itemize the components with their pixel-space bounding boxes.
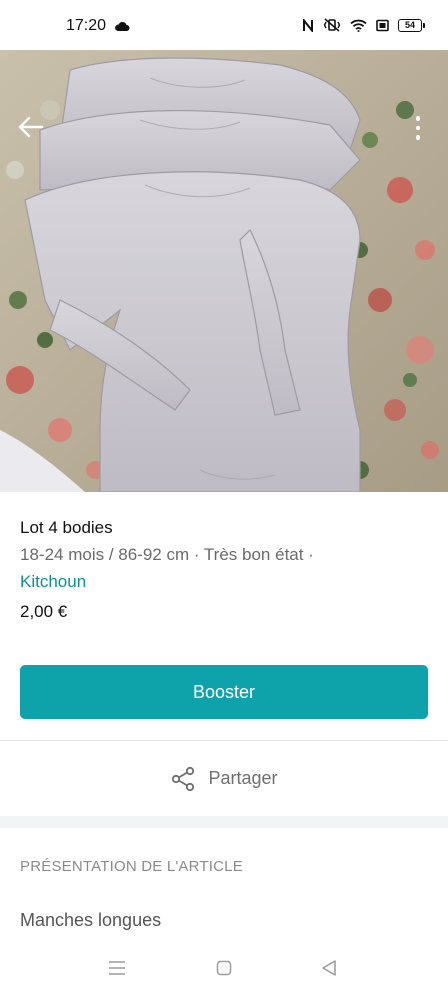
- system-nav-bar: [0, 945, 448, 995]
- photo-scene: [0, 50, 448, 492]
- product-photo[interactable]: [0, 50, 448, 492]
- vibrate-icon: [323, 18, 341, 32]
- share-button[interactable]: Partager: [0, 741, 448, 816]
- section-heading: PRÉSENTATION DE L'ARTICLE: [20, 858, 243, 875]
- booster-button[interactable]: Booster: [20, 665, 428, 719]
- status-bar: 17:20 54: [0, 0, 448, 50]
- description-first-line: Manches longues: [20, 910, 162, 930]
- share-label: Partager: [208, 768, 278, 788]
- section-separator: [0, 816, 448, 828]
- menu-icon[interactable]: [108, 960, 126, 976]
- cloud-icon: [115, 22, 130, 31]
- item-meta: 18-24 mois / 86-92 cm · Très bon état ·: [20, 545, 314, 564]
- screen-icon: [376, 19, 389, 32]
- nfc-icon: [302, 18, 314, 32]
- item-brand-link[interactable]: Kitchoun: [20, 568, 430, 595]
- arrow-left-icon[interactable]: [16, 112, 46, 142]
- more-vertical-icon[interactable]: [407, 116, 429, 146]
- item-price: 2,00 €: [20, 602, 68, 621]
- battery-icon: 54: [398, 18, 425, 32]
- home-icon[interactable]: [216, 960, 232, 976]
- back-icon[interactable]: [320, 959, 338, 977]
- item-details: Lot 4 bodies 18-24 mois / 86-92 cm · Trè…: [20, 516, 430, 624]
- status-time: 17:20: [66, 17, 107, 34]
- status-icons: 54: [302, 18, 425, 32]
- share-icon: [172, 766, 195, 791]
- item-title: Lot 4 bodies: [20, 518, 113, 537]
- wifi-icon: [350, 19, 367, 32]
